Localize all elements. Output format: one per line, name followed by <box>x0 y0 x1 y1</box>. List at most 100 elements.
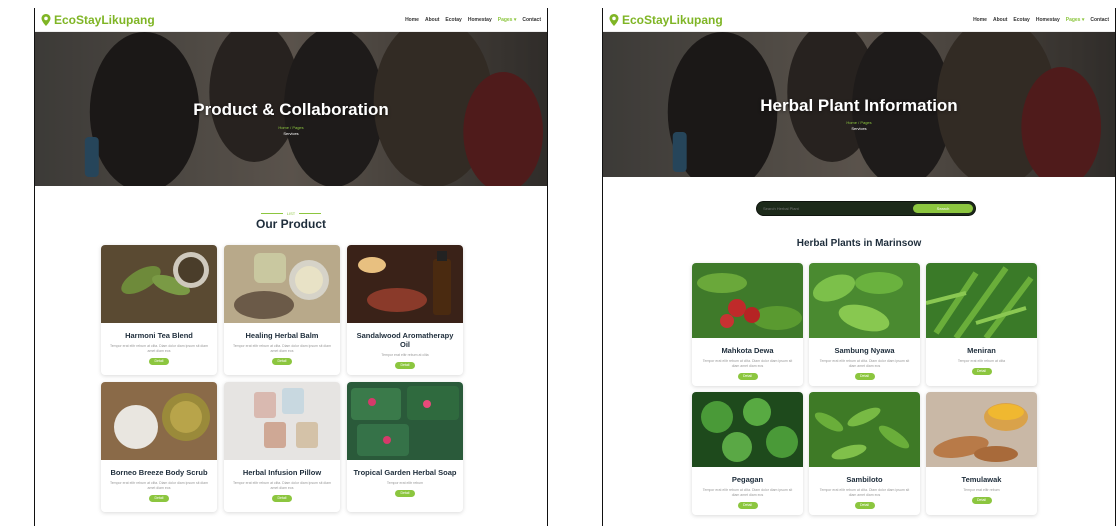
product-card[interactable]: Tropical Garden Herbal Soap Tempor erat … <box>347 382 463 512</box>
card-description: Tempor erat elitr rebum at clita. Diam d… <box>819 359 910 368</box>
detail-button[interactable]: Detail <box>737 373 758 380</box>
breadcrumb-current: Services <box>851 126 867 131</box>
card-title: Meniran <box>967 346 996 355</box>
product-card[interactable]: Borneo Breeze Body Scrub Tempor erat eli… <box>101 382 217 512</box>
card-description: Tempor erat elitr rebum at clita. Diam d… <box>232 344 332 353</box>
card-title: Pegagan <box>731 475 764 484</box>
herbal-balm-image <box>224 245 340 323</box>
nav-contact[interactable]: Contact <box>1090 17 1109 23</box>
detail-button[interactable]: Detail <box>272 495 292 502</box>
card-title: Borneo Breeze Body Scrub <box>110 468 208 477</box>
nav-pages[interactable]: Pages ▾ <box>1066 17 1085 23</box>
product-card[interactable]: Harmoni Tea Blend Tempor erat elitr rebu… <box>101 245 217 375</box>
section-kicker: LIST <box>35 211 547 216</box>
plant-card[interactable]: Pegagan Tempor erat elitr rebum at clita… <box>692 392 803 515</box>
breadcrumb-current: Services <box>283 131 299 136</box>
kicker-line-right <box>299 213 322 214</box>
nav-ecotay[interactable]: Ecotay <box>1013 17 1029 23</box>
detail-button[interactable]: Detail <box>737 502 758 509</box>
pegagan-image <box>692 392 803 467</box>
card-title: Temulawak <box>961 475 1002 484</box>
hero-banner: Herbal Plant Information Home / Pages Se… <box>603 32 1115 177</box>
nav-about[interactable]: About <box>425 17 439 23</box>
search-input[interactable] <box>763 206 913 211</box>
nav-pages[interactable]: Pages ▾ <box>498 17 517 23</box>
brand-name: EcoStayLikupang <box>622 12 723 27</box>
nav-homestay[interactable]: Homestay <box>1036 17 1060 23</box>
detail-button[interactable]: Detail <box>854 502 875 509</box>
card-title: Sambung Nyawa <box>834 346 895 355</box>
product-card[interactable]: Sandalwood Aromatherapy Oil Tempor erat … <box>347 245 463 375</box>
aromatherapy-oil-image <box>347 245 463 323</box>
detail-button[interactable]: Detail <box>971 368 992 375</box>
map-pin-icon <box>41 13 51 26</box>
detail-button[interactable]: Detail <box>395 362 415 369</box>
nav-menu: Home About Ecotay Homestay Pages ▾ Conta… <box>973 17 1109 23</box>
herbal-pillow-image <box>224 382 340 460</box>
nav-home[interactable]: Home <box>405 17 419 23</box>
card-description: Tempor erat elitr rebum at clita <box>957 359 1006 363</box>
card-description: Tempor erat elitr rebum at clita. Diam d… <box>232 481 332 490</box>
body-scrub-image <box>101 382 217 460</box>
brand-name: EcoStayLikupang <box>54 12 155 27</box>
map-pin-icon <box>609 13 619 26</box>
brand-logo[interactable]: EcoStayLikupang <box>609 13 723 27</box>
product-grid: Harmoni Tea Blend Tempor erat elitr rebu… <box>101 245 463 512</box>
nav-homestay[interactable]: Homestay <box>468 17 492 23</box>
card-title: Mahkota Dewa <box>721 346 774 355</box>
section-title: Our Product <box>255 217 326 231</box>
detail-button[interactable]: Detail <box>971 497 992 504</box>
card-description: Tempor erat elitr rebum at clita. Diam d… <box>109 481 209 490</box>
search-button[interactable]: Search <box>913 204 973 213</box>
detail-button[interactable]: Detail <box>395 490 415 497</box>
card-description: Tempor erat elitr rebum <box>386 481 424 485</box>
meniran-image <box>926 263 1037 338</box>
hero-banner: Product & Collaboration Home / Pages Ser… <box>35 32 547 186</box>
detail-button[interactable]: Detail <box>149 495 169 502</box>
brand-logo[interactable]: EcoStayLikupang <box>41 13 155 27</box>
temulawak-image <box>926 392 1037 467</box>
detail-button[interactable]: Detail <box>272 358 292 365</box>
mahkota-dewa-image <box>692 263 803 338</box>
plant-card[interactable]: Sambiloto Tempor erat elitr rebum at cli… <box>809 392 920 515</box>
card-description: Tempor erat elitr rebum at clita. Diam d… <box>702 359 793 368</box>
search-bar: Search <box>756 201 976 216</box>
card-title: Sandalwood Aromatherapy Oil <box>356 331 454 349</box>
plant-card[interactable]: Meniran Tempor erat elitr rebum at clita… <box>926 263 1037 386</box>
kicker-line-left <box>260 213 283 214</box>
product-card[interactable]: Healing Herbal Balm Tempor erat elitr re… <box>224 245 340 375</box>
kicker-label: LIST <box>286 211 296 216</box>
screenshot-canvas: EcoStayLikupang Home About Ecotay Homest… <box>0 0 1116 526</box>
herbal-grid: Mahkota Dewa Tempor erat elitr rebum at … <box>692 263 1037 515</box>
navbar: EcoStayLikupang Home About Ecotay Homest… <box>603 8 1115 32</box>
detail-button[interactable]: Detail <box>854 373 875 380</box>
plant-card[interactable]: Mahkota Dewa Tempor erat elitr rebum at … <box>692 263 803 386</box>
card-title: Tropical Garden Herbal Soap <box>353 468 457 477</box>
plant-card[interactable]: Temulawak Tempor erat elitr rebum Detail <box>926 392 1037 515</box>
section-title: Herbal Plants in Marinsow <box>796 238 922 249</box>
sambung-nyawa-image <box>809 263 920 338</box>
card-title: Sambiloto <box>846 475 883 484</box>
card-description: Tempor erat elitr rebum at clita. Diam d… <box>109 344 209 353</box>
nav-about[interactable]: About <box>993 17 1007 23</box>
card-title: Harmoni Tea Blend <box>125 331 193 340</box>
card-description: Tempor erat elitr rebum at clita. Diam d… <box>819 488 910 497</box>
product-card[interactable]: Herbal Infusion Pillow Tempor erat elitr… <box>224 382 340 512</box>
card-description: Tempor erat elitr rebum <box>963 488 1000 492</box>
card-description: Tempor erat elitr rebum at clita <box>381 353 429 357</box>
breadcrumb[interactable]: Home / Pages <box>603 120 1115 125</box>
card-description: Tempor erat elitr rebum at clita. Diam d… <box>702 488 793 497</box>
product-page: EcoStayLikupang Home About Ecotay Homest… <box>34 8 548 526</box>
page-title: Product & Collaboration <box>193 100 389 119</box>
detail-button[interactable]: Detail <box>149 358 169 365</box>
plant-card[interactable]: Sambung Nyawa Tempor erat elitr rebum at… <box>809 263 920 386</box>
nav-home[interactable]: Home <box>973 17 987 23</box>
breadcrumb[interactable]: Home / Pages <box>35 125 547 130</box>
page-title: Herbal Plant Information <box>760 96 958 115</box>
sambiloto-image <box>809 392 920 467</box>
card-title: Herbal Infusion Pillow <box>242 468 322 477</box>
nav-contact[interactable]: Contact <box>522 17 541 23</box>
nav-ecotay[interactable]: Ecotay <box>445 17 461 23</box>
navbar: EcoStayLikupang Home About Ecotay Homest… <box>35 8 547 32</box>
nav-menu: Home About Ecotay Homestay Pages ▾ Conta… <box>405 17 541 23</box>
